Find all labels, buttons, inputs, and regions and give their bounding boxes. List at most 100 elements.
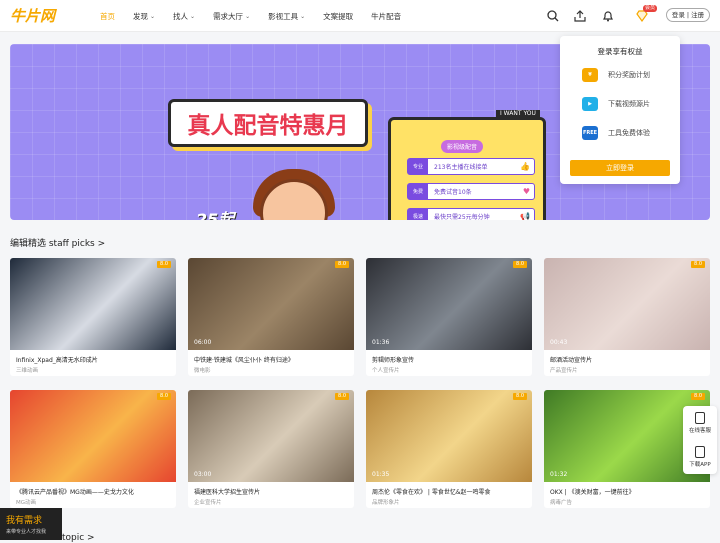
- download-video-icon: ▶: [582, 97, 598, 111]
- megaphone-icon: 📢: [520, 212, 530, 220]
- video-title[interactable]: 《腾讯云产品番视》MG动画——史戈力文化: [16, 487, 172, 496]
- video-thumbnail[interactable]: 8.0 00:43: [544, 258, 710, 350]
- post-demand-widget[interactable]: 我有需求 来带专业人才找我: [0, 508, 62, 540]
- coin-icon: ¥: [582, 68, 598, 82]
- nav-item-5[interactable]: 文案提取: [323, 11, 353, 22]
- video-thumbnail[interactable]: 8.0 06:00: [188, 258, 354, 350]
- nav-item-label: 影视工具: [268, 11, 299, 21]
- chat-icon: [695, 412, 705, 424]
- nav-item-6[interactable]: 牛片配音: [371, 11, 401, 22]
- video-title[interactable]: 邮酒活动宣传片: [550, 355, 706, 364]
- site-logo[interactable]: 牛片网: [10, 5, 55, 26]
- chevron-down-icon: ⌄: [190, 12, 196, 20]
- nav-item-1[interactable]: 发现 ⌄: [133, 11, 155, 22]
- banner-feature-row: 极速 最快只需25元每分钟 📢: [407, 208, 535, 220]
- video-card[interactable]: 8.0 《腾讯云产品番视》MG动画——史戈力文化 MG动画: [10, 390, 176, 508]
- benefit-item: FREE 工具免费体验: [582, 124, 650, 142]
- main-nav: 首页 发现 ⌄ 找人 ⌄ 需求大厅 ⌄ 影视工具 ⌄ 文案提取 牛片配音: [100, 0, 419, 32]
- video-title[interactable]: OKX | 《澳关财富，一键前往》: [550, 487, 706, 496]
- nav-item-2[interactable]: 找人 ⌄: [173, 11, 195, 22]
- video-title[interactable]: 中铁建·铁建城《风尘仆仆 终有归途》: [194, 355, 350, 364]
- banner-title: 真人配音特惠月: [168, 99, 368, 147]
- score-badge: 8.0: [157, 393, 171, 400]
- nav-item-label: 文案提取: [323, 11, 354, 21]
- score-badge: 8.0: [513, 393, 527, 400]
- banner-price: 25起: [196, 210, 235, 220]
- chevron-down-icon: ⌄: [300, 12, 306, 20]
- nav-item-label: 牛片配音: [371, 11, 402, 21]
- search-icon[interactable]: [545, 8, 561, 24]
- video-thumbnail[interactable]: 8.0 01:36: [366, 258, 532, 350]
- banner-board-subtitle: 影视级配音: [441, 140, 484, 153]
- banner-row-text: 免费试音10条: [434, 189, 472, 196]
- video-card[interactable]: 8.0 Infinix_Xpad_高清无水印成片 三维动画: [10, 258, 176, 376]
- video-thumbnail[interactable]: 8.0 01:35: [366, 390, 532, 482]
- float-item-1[interactable]: 下载APP: [683, 446, 717, 468]
- video-category: 企业宣传片: [194, 500, 222, 506]
- bell-icon[interactable]: [600, 8, 616, 24]
- nav-item-label: 发现: [133, 11, 148, 21]
- benefit-item: ¥ 积分奖励计划: [582, 66, 650, 84]
- video-duration: 01:32: [550, 471, 568, 478]
- benefit-label: 工具免费体验: [608, 129, 650, 137]
- phone-icon: [695, 446, 705, 458]
- heart-icon: ♥: [522, 187, 530, 196]
- video-category: 病毒广告: [550, 500, 573, 506]
- top-header: 牛片网 首页 发现 ⌄ 找人 ⌄ 需求大厅 ⌄ 影视工具 ⌄ 文案提取 牛片配音 会员 登录 | 注…: [0, 0, 720, 32]
- video-thumbnail[interactable]: 8.0: [10, 258, 176, 350]
- banner-info-board: I WANT YOU 影视级配音 专业 213名主播在线接单 👍 免费 免费试音10条 ♥…: [388, 110, 546, 220]
- benefit-label: 下载视频源片: [608, 100, 650, 108]
- banner-row-tag: 免费: [408, 184, 428, 199]
- chevron-down-icon: ⌄: [150, 12, 156, 20]
- video-title[interactable]: 福建医科大学招生宣传片: [194, 487, 350, 496]
- score-badge: 8.0: [335, 261, 349, 268]
- popup-title: 登录享有权益: [597, 47, 643, 56]
- video-card[interactable]: 8.0 01:36 剪辑师形象宣传 个人宣传片: [366, 258, 532, 376]
- nav-item-3[interactable]: 需求大厅 ⌄: [213, 11, 250, 22]
- score-badge: 8.0: [691, 393, 705, 400]
- nav-item-label: 找人: [173, 11, 189, 21]
- float-item-label: 在线客服: [688, 428, 711, 434]
- chevron-down-icon: ⌄: [245, 12, 251, 20]
- banner-feature-row: 专业 213名主播在线接单 👍: [407, 158, 535, 175]
- section-title-staff-picks[interactable]: 编辑精选 staff picks >: [10, 236, 105, 249]
- video-category: 微电影: [194, 368, 211, 374]
- video-title[interactable]: Infinix_Xpad_高清无水印成片: [16, 355, 172, 364]
- video-title[interactable]: 剪辑师形象宣传: [372, 355, 528, 364]
- video-card[interactable]: 8.0 03:00 福建医科大学招生宣传片 企业宣传片: [188, 390, 354, 508]
- banner-feature-row: 免费 免费试音10条 ♥: [407, 183, 535, 200]
- login-benefits-popup: 登录享有权益 ¥ 积分奖励计划 ▶ 下载视频源片 FREE 工具免费体验 立即登录: [560, 36, 680, 184]
- banner-row-text: 最快只需25元每分钟: [434, 214, 490, 220]
- video-thumbnail[interactable]: 8.0: [10, 390, 176, 482]
- score-badge: 8.0: [691, 261, 705, 268]
- video-duration: 03:00: [194, 471, 212, 478]
- video-title[interactable]: 周杰伦《零食在欢》 | 零食世忆&赵一鸣零食: [372, 487, 528, 496]
- score-badge: 8.0: [513, 261, 527, 268]
- section-title-topic[interactable]: topic >: [62, 533, 95, 543]
- login-register-button[interactable]: 登录 | 注册: [666, 8, 710, 22]
- video-card[interactable]: 8.0 06:00 中铁建·铁建城《风尘仆仆 终有归途》 微电影: [188, 258, 354, 376]
- benefit-label: 积分奖励计划: [608, 71, 650, 79]
- vip-badge: 会员: [643, 5, 658, 12]
- banner-row-tag: 专业: [408, 159, 428, 174]
- float-item-0[interactable]: 在线客服: [683, 412, 717, 434]
- upload-icon[interactable]: [572, 8, 588, 24]
- float-item-label: 下载APP: [689, 462, 711, 468]
- video-duration: 06:00: [194, 339, 212, 346]
- nav-item-0[interactable]: 首页: [100, 11, 115, 22]
- login-now-button[interactable]: 立即登录: [570, 160, 670, 176]
- banner-row-tag: 极速: [408, 209, 428, 220]
- video-thumbnail[interactable]: 8.0 03:00: [188, 390, 354, 482]
- nav-item-label: 需求大厅: [213, 11, 244, 21]
- video-category: MG动画: [16, 500, 37, 506]
- nav-item-4[interactable]: 影视工具 ⌄: [268, 11, 305, 22]
- floating-service-panel: 在线客服下载APP: [683, 406, 717, 474]
- video-category: 产品宣传片: [550, 368, 578, 374]
- video-card[interactable]: 8.0 00:43 邮酒活动宣传片 产品宣传片: [544, 258, 710, 376]
- video-duration: 00:43: [550, 339, 568, 346]
- banner-board-head: I WANT YOU: [496, 110, 540, 117]
- video-duration: 01:36: [372, 339, 390, 346]
- video-card[interactable]: 8.0 01:35 周杰伦《零食在欢》 | 零食世忆&赵一鸣零食 品牌形象片: [366, 390, 532, 508]
- free-tool-icon: FREE: [582, 126, 598, 140]
- score-badge: 8.0: [335, 393, 349, 400]
